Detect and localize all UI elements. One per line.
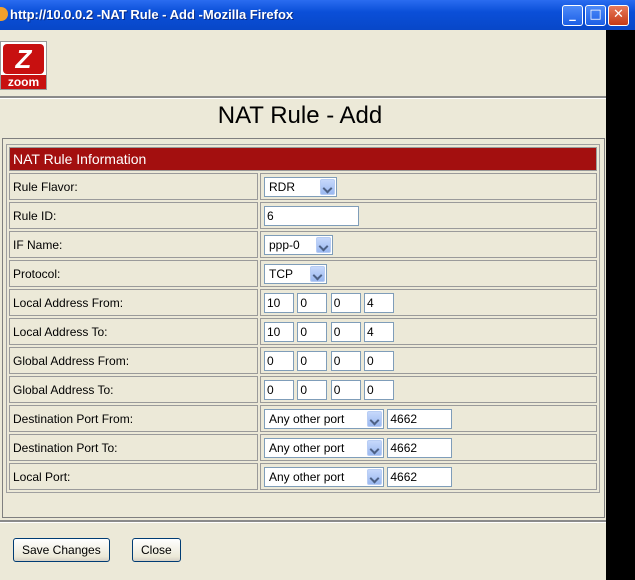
destination-port-to-input[interactable] xyxy=(387,437,453,458)
save-changes-button[interactable]: Save Changes xyxy=(13,538,110,562)
destination-port-from-select[interactable]: Any other port xyxy=(264,408,384,429)
zoom-logo: Z zoom xyxy=(0,41,47,90)
chevron-down-icon xyxy=(367,468,382,485)
rule-id-input[interactable] xyxy=(264,205,359,226)
destination-port-from-option: Any other port xyxy=(269,411,345,426)
minimize-icon: _ xyxy=(569,7,576,22)
chevron-down-icon xyxy=(320,178,335,195)
page-title: NAT Rule - Add xyxy=(217,102,383,129)
logo-mark: Z xyxy=(3,44,44,74)
global-to-octet-2[interactable] xyxy=(297,379,328,400)
close-icon: ✕ xyxy=(613,7,624,22)
local-port-select[interactable]: Any other port xyxy=(264,466,384,487)
protocol-label: Protocol: xyxy=(9,260,258,287)
firefox-icon xyxy=(0,7,8,21)
rule-flavor-select[interactable]: RDR xyxy=(264,176,337,197)
if-name-label: IF Name: xyxy=(9,231,258,258)
form-row-local-port: Local Port: Any other port xyxy=(9,463,597,490)
nat-rule-form: NAT Rule Information Rule Flavor: RDR Ru… xyxy=(6,144,600,493)
destination-port-from-input[interactable] xyxy=(387,408,453,429)
local-address-from-label: Local Address From: xyxy=(9,289,258,316)
protocol-select[interactable]: TCP xyxy=(264,263,327,284)
form-row-local-address-to: Local Address To: xyxy=(9,318,597,345)
form-row-destination-port-to: Destination Port To: Any other port xyxy=(9,434,597,461)
form-row-global-address-from: Global Address From: xyxy=(9,347,597,374)
form-row-destination-port-from: Destination Port From: Any other port xyxy=(9,405,597,432)
global-from-octet-3[interactable] xyxy=(330,350,361,371)
local-to-octet-2[interactable] xyxy=(297,321,328,342)
form-row-if-name: IF Name: ppp-0 xyxy=(9,231,597,258)
window-titlebar: http://10.0.0.2 -NAT Rule - Add -Mozilla… xyxy=(0,0,635,30)
rule-flavor-value: RDR xyxy=(269,179,295,194)
window-title: http://10.0.0.2 -NAT Rule - Add -Mozilla… xyxy=(10,7,294,22)
section-header: NAT Rule Information xyxy=(9,147,597,171)
form-row-local-address-from: Local Address From: xyxy=(9,289,597,316)
global-from-octet-4[interactable] xyxy=(364,350,395,371)
form-row-rule-id: Rule ID: xyxy=(9,202,597,229)
chevron-down-icon xyxy=(310,265,325,282)
maximize-icon: □ xyxy=(589,7,602,22)
local-from-octet-4[interactable] xyxy=(364,292,395,313)
local-port-label: Local Port: xyxy=(9,463,258,490)
rule-id-label: Rule ID: xyxy=(9,202,258,229)
global-from-octet-1[interactable] xyxy=(264,350,294,371)
close-button[interactable]: Close xyxy=(132,538,181,562)
close-window-button[interactable]: ✕ xyxy=(608,5,629,26)
local-to-octet-3[interactable] xyxy=(330,321,361,342)
footer-divider xyxy=(0,520,606,523)
local-from-octet-2[interactable] xyxy=(297,292,328,313)
global-address-to-label: Global Address To: xyxy=(9,376,258,403)
global-from-octet-2[interactable] xyxy=(297,350,328,371)
global-to-octet-4[interactable] xyxy=(364,379,395,400)
minimize-button[interactable]: _ xyxy=(562,5,583,26)
window-edge xyxy=(606,30,635,580)
local-to-octet-4[interactable] xyxy=(364,321,395,342)
logo-word: zoom xyxy=(1,75,46,89)
rule-flavor-label: Rule Flavor: xyxy=(9,173,258,200)
maximize-button[interactable]: □ xyxy=(585,5,606,26)
local-to-octet-1[interactable] xyxy=(264,321,294,342)
global-to-octet-3[interactable] xyxy=(330,379,361,400)
destination-port-to-select[interactable]: Any other port xyxy=(264,437,384,458)
form-row-rule-flavor: Rule Flavor: RDR xyxy=(9,173,597,200)
destination-port-from-label: Destination Port From: xyxy=(9,405,258,432)
if-name-value: ppp-0 xyxy=(269,237,300,252)
global-address-from-label: Global Address From: xyxy=(9,347,258,374)
browser-content: Z zoom NAT Rule - Add NAT Rule Informati… xyxy=(0,30,606,580)
chevron-down-icon xyxy=(367,439,382,456)
destination-port-to-label: Destination Port To: xyxy=(9,434,258,461)
if-name-select[interactable]: ppp-0 xyxy=(264,234,333,255)
local-port-option: Any other port xyxy=(269,469,345,484)
form-frame: NAT Rule Information Rule Flavor: RDR Ru… xyxy=(2,138,605,518)
local-port-input[interactable] xyxy=(387,466,453,487)
destination-port-to-option: Any other port xyxy=(269,440,345,455)
chevron-down-icon xyxy=(316,236,331,253)
page-header: Z zoom xyxy=(0,30,606,98)
local-from-octet-1[interactable] xyxy=(264,292,294,313)
form-row-global-address-to: Global Address To: xyxy=(9,376,597,403)
form-row-protocol: Protocol: TCP xyxy=(9,260,597,287)
local-from-octet-3[interactable] xyxy=(330,292,361,313)
chevron-down-icon xyxy=(367,410,382,427)
global-to-octet-1[interactable] xyxy=(264,379,294,400)
protocol-value: TCP xyxy=(269,266,293,281)
local-address-to-label: Local Address To: xyxy=(9,318,258,345)
